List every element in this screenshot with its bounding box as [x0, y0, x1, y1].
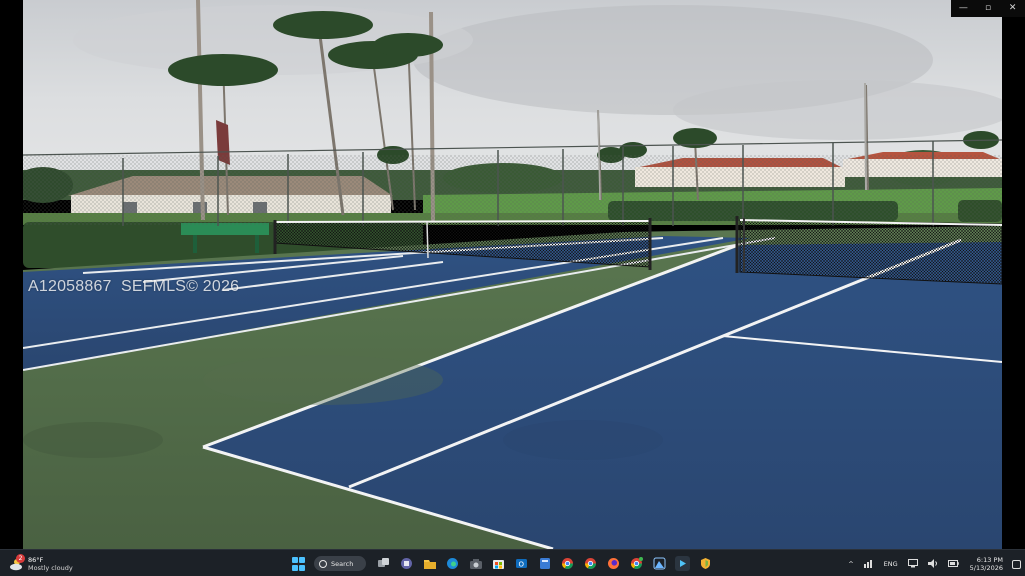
fence — [23, 155, 1002, 225]
store-icon[interactable] — [491, 556, 506, 571]
weather-condition: Mostly cloudy — [28, 564, 73, 572]
close-button[interactable]: ✕ — [1000, 0, 1025, 17]
tray-overflow-chevron-icon[interactable]: ^ — [848, 560, 853, 568]
svg-text:O: O — [519, 561, 525, 569]
mls-watermark: A12058867 SEFMLS© 2026 — [28, 278, 240, 295]
cloud-weather-icon: 2 — [8, 554, 25, 572]
chrome-icon[interactable] — [560, 556, 575, 571]
file-explorer-icon[interactable] — [422, 556, 437, 571]
chrome-icon[interactable] — [629, 556, 644, 571]
task-view-icon[interactable] — [376, 556, 391, 571]
search-label: Search — [331, 559, 354, 568]
notification-center-icon[interactable] — [1012, 559, 1021, 569]
photos-icon[interactable] — [652, 556, 667, 571]
weather-badge: 2 — [16, 554, 25, 563]
restore-button[interactable]: ▫ — [976, 0, 1001, 17]
firefox-icon[interactable] — [606, 556, 621, 571]
media-player-icon[interactable] — [675, 556, 690, 571]
chrome-icon[interactable] — [583, 556, 598, 571]
taskbar: 2 86°F Mostly cloudy Search O ^ ENG 6:13… — [0, 549, 1025, 576]
outlook-icon[interactable]: O — [514, 556, 529, 571]
weather-widget[interactable]: 2 86°F Mostly cloudy — [8, 553, 73, 575]
battery-icon[interactable] — [947, 559, 959, 569]
display-icon[interactable] — [907, 558, 918, 570]
minimize-button[interactable]: — — [951, 0, 976, 17]
search-button[interactable]: Search — [314, 556, 366, 571]
start-button[interactable] — [291, 556, 306, 571]
calculator-icon[interactable] — [537, 556, 552, 571]
weather-temperature: 86°F — [28, 556, 44, 564]
taskbar-apps: Search O — [287, 554, 717, 573]
camera-icon[interactable] — [468, 556, 483, 571]
clock-time: 6:13 PM — [976, 556, 1003, 564]
tennis-court-photo — [23, 0, 1002, 549]
system-tray: ^ ENG 6:13 PM 5/13/2026 — [843, 553, 1021, 575]
language-indicator[interactable]: ENG — [884, 560, 898, 568]
security-shield-icon[interactable] — [698, 556, 713, 571]
teams-icon[interactable] — [399, 556, 414, 571]
taskbar-clock[interactable]: 6:13 PM 5/13/2026 — [970, 556, 1003, 572]
network-icon[interactable] — [863, 559, 874, 570]
clock-date: 5/13/2026 — [969, 564, 1003, 572]
volume-icon[interactable] — [927, 558, 938, 570]
window-controls: — ▫ ✕ — [951, 0, 1025, 17]
search-icon — [319, 559, 327, 568]
edge-icon[interactable] — [445, 556, 460, 571]
desktop-screen: A12058867 SEFMLS© 2026 — ▫ ✕ 2 86°F Most… — [0, 0, 1025, 576]
photo-viewport: A12058867 SEFMLS© 2026 — [23, 0, 1002, 549]
